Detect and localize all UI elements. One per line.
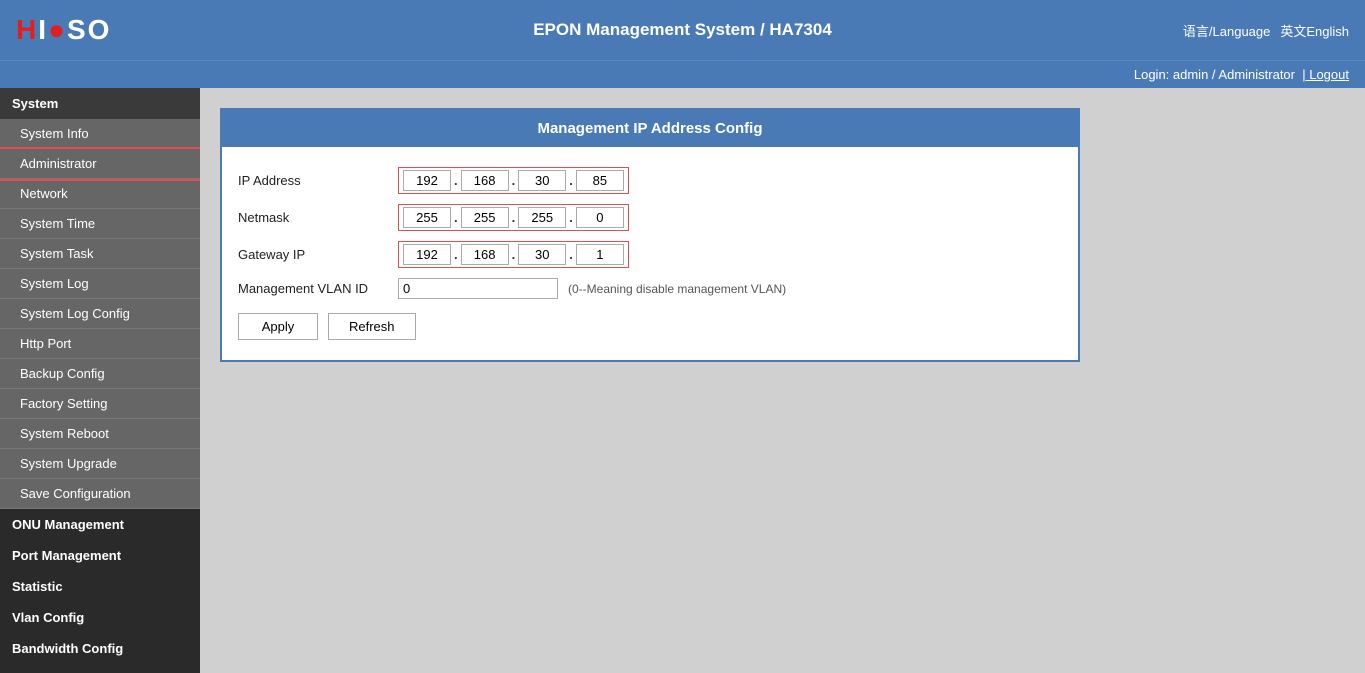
netmask-oct3[interactable]	[518, 207, 566, 228]
ip-dot-1: .	[454, 173, 458, 188]
header-right: 语言/Language 英文English	[1183, 21, 1349, 40]
sidebar-item-system-log[interactable]: System Log	[0, 269, 200, 299]
netmask-oct4[interactable]	[576, 207, 624, 228]
gateway-row: Gateway IP . . .	[238, 241, 1062, 268]
ip-dot-3: .	[569, 173, 573, 188]
gw-oct2[interactable]	[461, 244, 509, 265]
sidebar-item-system-upgrade[interactable]: System Upgrade	[0, 449, 200, 479]
language-label[interactable]: 语言/Language	[1183, 21, 1270, 40]
sidebar: System System Info Administrator Network…	[0, 88, 200, 673]
logo: HI●SO	[16, 14, 111, 46]
sidebar-item-system-task[interactable]: System Task	[0, 239, 200, 269]
sidebar-item-network[interactable]: Network	[0, 179, 200, 209]
ip-oct4[interactable]	[576, 170, 624, 191]
gw-dot-2: .	[512, 247, 516, 262]
ip-oct2[interactable]	[461, 170, 509, 191]
netmask-row: Netmask . . .	[238, 204, 1062, 231]
panel-title: Management IP Address Config	[222, 110, 1078, 147]
gateway-fields: . . .	[398, 241, 629, 268]
ip-address-fields: . . .	[398, 167, 629, 194]
logo-area: HI●SO	[16, 14, 111, 46]
logout-link[interactable]: | Logout	[1302, 67, 1349, 82]
login-info: Login: admin / Administrator	[1134, 67, 1295, 82]
ip-dot-2: .	[512, 173, 516, 188]
ip-oct1[interactable]	[403, 170, 451, 191]
sidebar-section-port[interactable]: Port Management	[0, 540, 200, 571]
language-value[interactable]: 英文English	[1280, 21, 1349, 40]
main-content: Management IP Address Config IP Address …	[200, 88, 1365, 673]
refresh-button[interactable]: Refresh	[328, 313, 416, 340]
sub-header: Login: admin / Administrator | Logout	[0, 60, 1365, 88]
vlan-label: Management VLAN ID	[238, 281, 398, 296]
nm-dot-1: .	[454, 210, 458, 225]
logo-dot: ●	[48, 14, 67, 45]
sidebar-item-system-time[interactable]: System Time	[0, 209, 200, 239]
vlan-note: (0--Meaning disable management VLAN)	[568, 282, 786, 296]
logo-red: H	[16, 14, 38, 45]
sidebar-section-vlan[interactable]: Vlan Config	[0, 602, 200, 633]
vlan-id-input[interactable]	[398, 278, 558, 299]
netmask-oct1[interactable]	[403, 207, 451, 228]
sidebar-section-olt-mac[interactable]: OLT Mac Config	[0, 664, 200, 673]
header: HI●SO EPON Management System / HA7304 语言…	[0, 0, 1365, 60]
sidebar-item-system-info[interactable]: System Info	[0, 119, 200, 149]
apply-button[interactable]: Apply	[238, 313, 318, 340]
gw-dot-1: .	[454, 247, 458, 262]
nm-dot-3: .	[569, 210, 573, 225]
nm-dot-2: .	[512, 210, 516, 225]
netmask-oct2[interactable]	[461, 207, 509, 228]
layout: System System Info Administrator Network…	[0, 88, 1365, 673]
ip-address-label: IP Address	[238, 173, 398, 188]
sidebar-item-http-port[interactable]: Http Port	[0, 329, 200, 359]
sidebar-section-statistic[interactable]: Statistic	[0, 571, 200, 602]
sidebar-item-system-reboot[interactable]: System Reboot	[0, 419, 200, 449]
sidebar-item-system-log-config[interactable]: System Log Config	[0, 299, 200, 329]
config-panel: Management IP Address Config IP Address …	[220, 108, 1080, 362]
netmask-fields: . . .	[398, 204, 629, 231]
sidebar-item-backup-config[interactable]: Backup Config	[0, 359, 200, 389]
sidebar-item-save-configuration[interactable]: Save Configuration	[0, 479, 200, 509]
sidebar-section-onu[interactable]: ONU Management	[0, 509, 200, 540]
ip-address-row: IP Address . . .	[238, 167, 1062, 194]
netmask-label: Netmask	[238, 210, 398, 225]
vlan-row: Management VLAN ID (0--Meaning disable m…	[238, 278, 1062, 299]
sidebar-section-bandwidth[interactable]: Bandwidth Config	[0, 633, 200, 664]
gw-dot-3: .	[569, 247, 573, 262]
header-title: EPON Management System / HA7304	[533, 20, 832, 40]
sidebar-item-administrator[interactable]: Administrator	[0, 149, 200, 179]
sidebar-section-system[interactable]: System	[0, 88, 200, 119]
button-row: Apply Refresh	[238, 313, 1062, 340]
gateway-label: Gateway IP	[238, 247, 398, 262]
sidebar-item-factory-setting[interactable]: Factory Setting	[0, 389, 200, 419]
ip-oct3[interactable]	[518, 170, 566, 191]
gw-oct4[interactable]	[576, 244, 624, 265]
gw-oct3[interactable]	[518, 244, 566, 265]
panel-body: IP Address . . . Netmask	[222, 147, 1078, 360]
gw-oct1[interactable]	[403, 244, 451, 265]
